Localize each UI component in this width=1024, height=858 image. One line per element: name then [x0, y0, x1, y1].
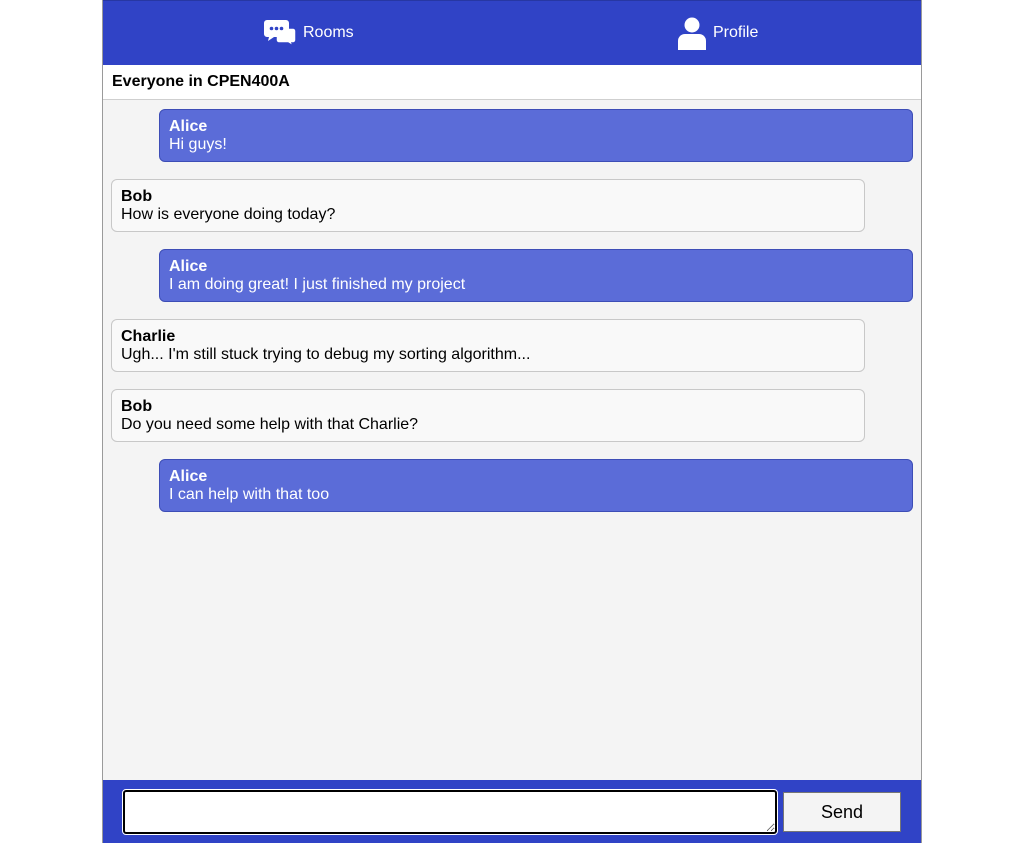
message-item: Alice I am doing great! I just finished … — [159, 249, 913, 302]
room-header: Everyone in CPEN400A — [103, 65, 921, 100]
message-input[interactable] — [122, 789, 778, 835]
message-item: Bob How is everyone doing today? — [111, 179, 865, 232]
message-username: Charlie — [121, 328, 176, 345]
message-item: Alice I can help with that too — [159, 459, 913, 512]
message-list[interactable]: Alice Hi guys! Bob How is everyone doing… — [103, 100, 921, 780]
user-icon — [677, 17, 707, 50]
message-text: How is everyone doing today? — [121, 206, 336, 223]
top-nav: Rooms Profile — [103, 0, 921, 65]
message-text: Hi guys! — [169, 136, 227, 153]
nav-profile-label: Profile — [713, 24, 759, 41]
nav-profile[interactable]: Profile — [677, 1, 758, 65]
message-text: I can help with that too — [169, 486, 330, 503]
room-title: Everyone in CPEN400A — [112, 73, 290, 90]
message-username: Alice — [169, 258, 208, 275]
message-username: Bob — [121, 188, 153, 205]
chat-bubbles-icon — [264, 20, 297, 46]
message-username: Bob — [121, 398, 153, 415]
message-composer: Send — [103, 780, 921, 843]
message-text: Do you need some help with that Charlie? — [121, 416, 419, 433]
nav-rooms[interactable]: Rooms — [264, 1, 354, 65]
nav-rooms-label: Rooms — [303, 24, 354, 41]
message-item: Alice Hi guys! — [159, 109, 913, 162]
chat-app: Rooms Profile Everyone in CPEN400A Alice… — [102, 0, 922, 843]
message-username: Alice — [169, 118, 208, 135]
message-text: I am doing great! I just finished my pro… — [169, 276, 466, 293]
message-text: Ugh... I'm still stuck trying to debug m… — [121, 346, 531, 363]
message-username: Alice — [169, 468, 208, 485]
message-item: Bob Do you need some help with that Char… — [111, 389, 865, 442]
send-button[interactable]: Send — [783, 792, 901, 832]
message-item: Charlie Ugh... I'm still stuck trying to… — [111, 319, 865, 372]
